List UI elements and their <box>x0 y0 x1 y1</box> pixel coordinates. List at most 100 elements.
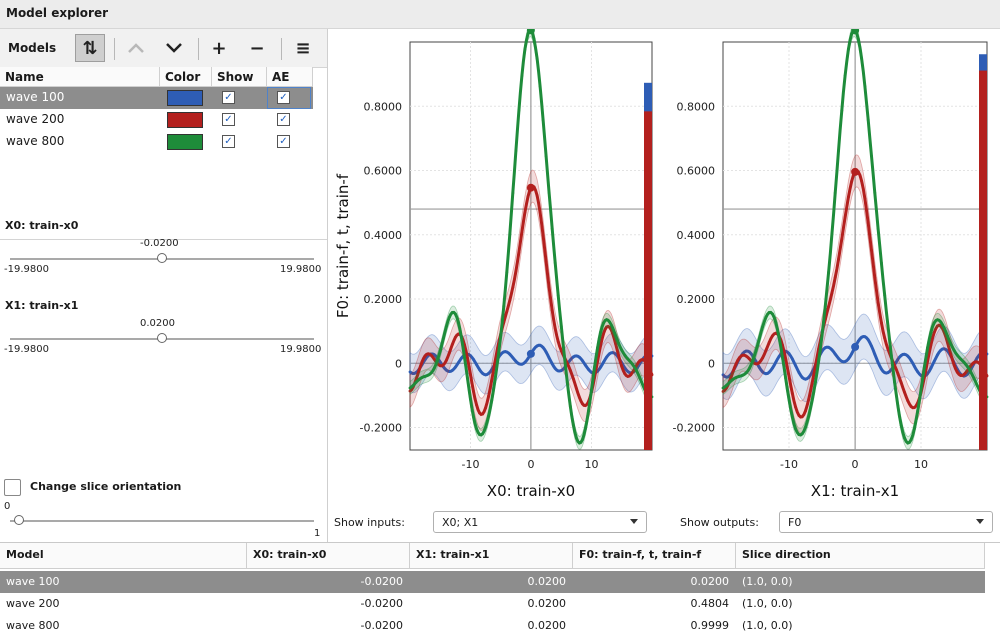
ae-checkbox[interactable]: ✓ <box>277 135 290 148</box>
series-point <box>493 380 497 384</box>
series-point <box>873 352 877 356</box>
series-point <box>955 353 959 357</box>
series-point <box>929 330 933 334</box>
series-point <box>946 334 949 338</box>
sort-toggle-button[interactable]: ⇅ <box>75 34 105 62</box>
model-name: wave 100 <box>6 90 65 104</box>
model-color-swatch[interactable] <box>167 134 203 150</box>
series-point <box>505 310 509 313</box>
series-point <box>556 340 560 343</box>
series-point <box>804 425 807 429</box>
series-point <box>959 357 962 361</box>
series-point <box>969 370 972 373</box>
series-point <box>734 362 738 366</box>
series-crosshair-marker <box>526 183 535 192</box>
model-row[interactable]: wave 100 ✓ ✓ <box>0 87 313 109</box>
results-header-model[interactable]: Model <box>0 543 247 569</box>
series-point <box>490 399 494 402</box>
results-row[interactable]: wave 200 -0.0200 0.0200 0.4804 (1.0, 0.0) <box>0 593 985 615</box>
window-title: Model explorer <box>6 6 109 20</box>
results-header-x1[interactable]: X1: train-x1 <box>410 543 573 569</box>
series-point <box>550 308 554 312</box>
header-color[interactable]: Color <box>160 67 212 87</box>
header-show[interactable]: Show <box>212 67 267 87</box>
y-tick-label: 0 <box>708 357 715 370</box>
results-x1: 0.0200 <box>527 619 567 632</box>
series-point <box>523 47 527 51</box>
add-model-button[interactable]: + <box>204 34 234 62</box>
slice-slider-handle[interactable] <box>14 515 24 525</box>
series-point <box>581 359 584 363</box>
series-point <box>952 348 956 352</box>
show-inputs-label: Show inputs: <box>334 516 405 529</box>
series-point <box>556 369 560 373</box>
series-point <box>962 360 966 364</box>
slider-min: -19.9800 <box>4 264 49 275</box>
model-row[interactable]: wave 800 ✓ ✓ <box>0 131 313 153</box>
series-point <box>866 338 870 342</box>
series-point <box>932 359 936 363</box>
results-x0: -0.0200 <box>360 575 403 588</box>
slider-handle[interactable] <box>156 253 167 263</box>
series-point <box>629 373 633 377</box>
series-point <box>417 368 421 372</box>
menu-button[interactable]: ≡ <box>288 34 318 62</box>
series-point <box>626 374 630 378</box>
series-point <box>909 405 913 408</box>
series-crosshair-marker <box>851 342 860 351</box>
show-checkbox[interactable]: ✓ <box>222 135 235 148</box>
series-point <box>972 361 976 365</box>
move-down-button[interactable] <box>159 34 189 62</box>
series-point <box>484 406 488 410</box>
slider-value: 0.0200 <box>140 318 175 329</box>
series-point <box>638 359 642 363</box>
series-point <box>478 368 481 372</box>
results-header-f0[interactable]: F0: train-f, t, train-f <box>573 543 736 569</box>
show-outputs-select[interactable]: F0 <box>779 511 993 533</box>
remove-model-button[interactable]: − <box>242 34 272 62</box>
series-point <box>526 357 530 360</box>
slice-orientation-checkbox[interactable] <box>4 479 21 496</box>
series-point <box>840 359 844 363</box>
slider-handle[interactable] <box>157 333 168 343</box>
header-ae[interactable]: AE <box>267 67 313 87</box>
series-point <box>873 191 877 195</box>
ae-checkbox[interactable]: ✓ <box>277 91 290 104</box>
model-row[interactable]: wave 200 ✓ ✓ <box>0 109 313 131</box>
series-point <box>481 372 484 375</box>
series-point <box>777 335 781 339</box>
move-down-icon <box>166 43 182 53</box>
model-color-swatch[interactable] <box>167 112 203 128</box>
series-point <box>896 372 900 375</box>
results-row[interactable]: wave 800 -0.0200 0.0200 0.9999 (1.0, 0.0) <box>0 615 985 637</box>
ae-checkbox[interactable]: ✓ <box>277 113 290 126</box>
header-name[interactable]: Name <box>0 67 160 87</box>
series-point <box>550 227 554 231</box>
series-point <box>460 335 463 339</box>
results-header-slice[interactable]: Slice direction <box>736 543 985 569</box>
slider-max: 19.9800 <box>280 264 322 275</box>
series-point <box>472 415 475 419</box>
results-row[interactable]: wave 100 -0.0200 0.0200 0.0200 (1.0, 0.0) <box>0 571 985 593</box>
move-up-button[interactable] <box>121 34 151 62</box>
series-point <box>535 57 539 60</box>
series-point <box>794 405 797 409</box>
series-point <box>814 380 817 384</box>
series-point <box>544 260 548 264</box>
series-point <box>568 404 572 408</box>
series-point <box>916 409 920 413</box>
show-checkbox[interactable]: ✓ <box>222 113 235 126</box>
slice-slider-track[interactable] <box>10 520 314 522</box>
x-tick-label: -10 <box>780 458 798 471</box>
series-point <box>553 327 557 330</box>
series-point <box>949 342 953 346</box>
show-checkbox[interactable]: ✓ <box>222 91 235 104</box>
series-point <box>423 354 427 358</box>
model-color-swatch[interactable] <box>167 90 203 106</box>
series-point <box>936 353 939 357</box>
series-point <box>741 373 745 377</box>
results-header-x0[interactable]: X0: train-x0 <box>247 543 410 569</box>
move-up-icon <box>128 43 144 53</box>
show-inputs-select[interactable]: X0; X1 <box>433 511 647 533</box>
series-point <box>538 343 542 347</box>
